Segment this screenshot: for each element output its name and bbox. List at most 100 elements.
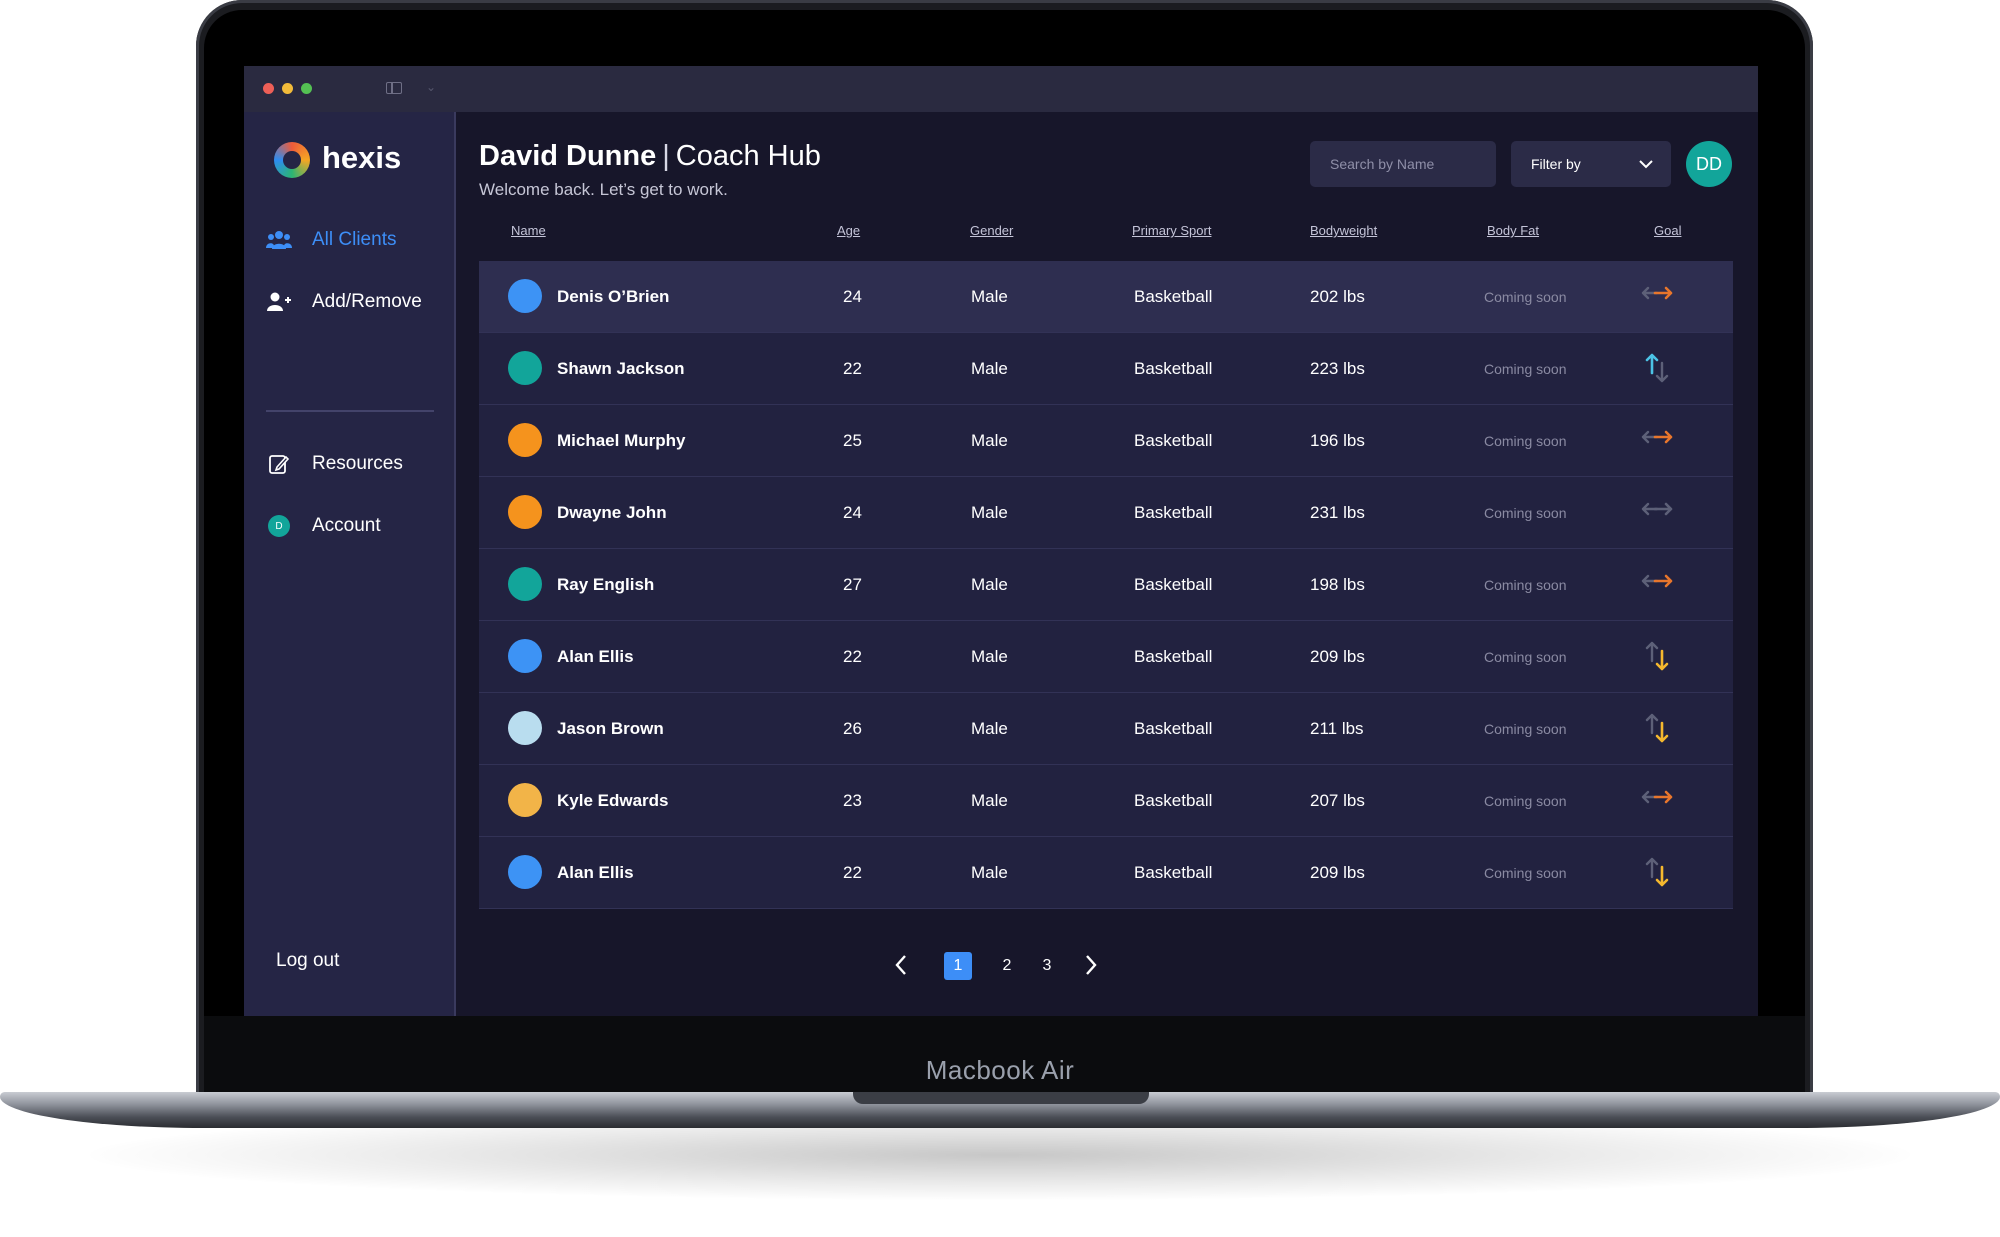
chevron-down-icon[interactable]: ⌄ [426, 80, 436, 94]
client-avatar [508, 279, 542, 313]
client-name: Alan Ellis [557, 647, 634, 666]
hub-name: Coach Hub [675, 140, 821, 172]
sidebar-item-label: Resources [312, 453, 403, 474]
chevron-down-icon [1639, 156, 1653, 172]
add-user-icon [266, 289, 292, 315]
client-age: 23 [843, 791, 862, 810]
client-age: 22 [843, 359, 862, 378]
client-body-fat: Coming soon [1484, 649, 1567, 665]
chevron-left-icon[interactable] [894, 954, 908, 983]
client-name: Jason Brown [557, 719, 664, 738]
goal-maintain-icon [1641, 569, 1675, 601]
client-sport: Basketball [1134, 791, 1213, 810]
client-body-fat: Coming soon [1484, 577, 1567, 593]
goal-lose-icon [1641, 857, 1675, 889]
sidebar-item-label: Account [312, 515, 381, 536]
search-input[interactable] [1310, 141, 1496, 187]
client-sport: Basketball [1134, 503, 1213, 522]
client-sport: Basketball [1134, 575, 1213, 594]
chevron-right-icon[interactable] [1084, 954, 1098, 983]
column-header-gender[interactable]: Gender [970, 223, 1013, 238]
client-bodyweight: 196 lbs [1310, 431, 1365, 450]
user-avatar[interactable]: DD [1686, 141, 1732, 187]
client-bodyweight: 211 lbs [1310, 719, 1364, 738]
table-row[interactable]: Shawn Jackson 22 Male Basketball 223 lbs Comi… [479, 333, 1733, 405]
client-avatar [508, 351, 542, 385]
table-row[interactable]: Alan Ellis 22 Male Basketball 209 lbs Coming … [479, 837, 1733, 909]
goal-gain-icon [1641, 353, 1675, 385]
client-name: Kyle Edwards [557, 791, 669, 810]
client-body-fat: Coming soon [1484, 793, 1567, 809]
client-name: Denis O’Brien [557, 287, 670, 306]
column-header-body-fat[interactable]: Body Fat [1487, 223, 1539, 238]
client-avatar [508, 711, 542, 745]
client-body-fat: Coming soon [1484, 721, 1567, 737]
client-avatar [508, 855, 542, 889]
column-header-primary-sport[interactable]: Primary Sport [1132, 223, 1211, 238]
table-row[interactable]: Jason Brown 26 Male Basketball 211 lbs Coming… [479, 693, 1733, 765]
client-body-fat: Coming soon [1484, 433, 1567, 449]
clients-table: Denis O’Brien 24 Male Basketball 202 lbs Comi… [479, 261, 1733, 909]
client-bodyweight: 231 lbs [1310, 503, 1365, 522]
client-gender: Male [971, 287, 1008, 306]
table-row[interactable]: Ray English 27 Male Basketball 198 lbs Coming… [479, 549, 1733, 621]
client-body-fat: Coming soon [1484, 505, 1567, 521]
filter-dropdown[interactable]: Filter by [1511, 141, 1671, 187]
client-avatar [508, 783, 542, 817]
page-3-button[interactable]: 3 [1033, 952, 1061, 980]
client-avatar [508, 423, 542, 457]
client-age: 27 [843, 575, 862, 594]
goal-maintain-icon [1641, 785, 1675, 817]
page-1-button[interactable]: 1 [944, 952, 972, 980]
client-name: Ray English [557, 575, 655, 594]
sidebar-divider [266, 410, 434, 412]
hexis-logo-icon [274, 142, 310, 178]
client-sport: Basketball [1134, 359, 1213, 378]
client-name: Alan Ellis [557, 863, 634, 882]
client-age: 22 [843, 863, 862, 882]
table-row[interactable]: Kyle Edwards 23 Male Basketball 207 lbs Comin… [479, 765, 1733, 837]
client-gender: Male [971, 431, 1008, 450]
column-header-goal[interactable]: Goal [1654, 223, 1681, 238]
client-bodyweight: 207 lbs [1310, 791, 1365, 810]
table-row[interactable]: Alan Ellis 22 Male Basketball 209 lbs Coming … [479, 621, 1733, 693]
client-gender: Male [971, 719, 1008, 738]
goal-maintain-icon [1641, 425, 1675, 457]
table-row[interactable]: Dwayne John 24 Male Basketball 231 lbs Coming… [479, 477, 1733, 549]
title-separator: | [662, 140, 670, 172]
document-edit-icon [266, 451, 292, 477]
minimize-window-button[interactable] [282, 83, 293, 94]
goal-maintain-icon [1641, 281, 1675, 313]
client-bodyweight: 223 lbs [1310, 359, 1365, 378]
client-gender: Male [971, 647, 1008, 666]
client-age: 22 [843, 647, 862, 666]
table-row[interactable]: Denis O’Brien 24 Male Basketball 202 lbs Comi… [479, 261, 1733, 333]
table-row[interactable]: Michael Murphy 25 Male Basketball 196 lbs Com… [479, 405, 1733, 477]
column-header-name[interactable]: Name [511, 223, 546, 238]
maximize-window-button[interactable] [301, 83, 312, 94]
client-gender: Male [971, 863, 1008, 882]
column-header-bodyweight[interactable]: Bodyweight [1310, 223, 1377, 238]
client-avatar [508, 639, 542, 673]
client-bodyweight: 202 lbs [1310, 287, 1365, 306]
brand-name: hexis [322, 140, 402, 175]
sidebar-item-all-clients[interactable]: All Clients [266, 224, 396, 256]
client-sport: Basketball [1134, 647, 1213, 666]
sidebar-toggle-icon[interactable] [386, 82, 402, 94]
account-initial: D [268, 515, 290, 537]
logout-link[interactable]: Log out [276, 950, 339, 972]
column-header-age[interactable]: Age [837, 223, 860, 238]
account-avatar-icon: D [266, 513, 292, 539]
page-subtitle: Welcome back. Let’s get to work. [479, 180, 728, 199]
sidebar-item-add-remove[interactable]: Add/Remove [266, 286, 422, 318]
client-bodyweight: 209 lbs [1310, 863, 1365, 882]
sidebar-item-resources[interactable]: Resources [266, 448, 403, 480]
page-2-button[interactable]: 2 [993, 952, 1021, 980]
sidebar-item-account[interactable]: D Account [266, 510, 381, 542]
client-name: Dwayne John [557, 503, 667, 522]
client-sport: Basketball [1134, 863, 1213, 882]
window-titlebar: ⌄ [244, 66, 1758, 112]
close-window-button[interactable] [263, 83, 274, 94]
goal-lose-icon [1641, 713, 1675, 745]
client-gender: Male [971, 503, 1008, 522]
